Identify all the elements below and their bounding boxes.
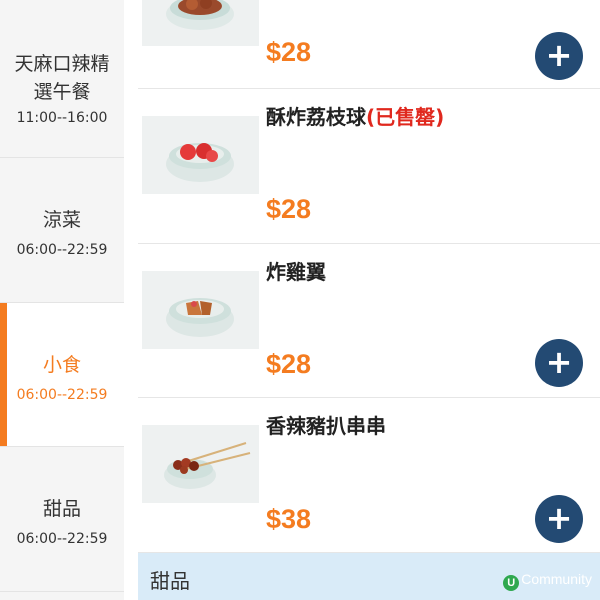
- category-name: 天麻口辣精選午餐: [14, 53, 110, 103]
- item-price: $38: [266, 504, 312, 534]
- category-sidebar: 天麻口辣精選午餐 11:00--16:00 涼菜 06:00--22:59 小食…: [0, 0, 124, 600]
- dish-photo: [142, 116, 259, 194]
- item-name: 炸雞翼: [266, 260, 326, 284]
- category-name: 甜品: [42, 498, 81, 520]
- category-time: 11:00--16:00: [16, 110, 108, 126]
- plus-icon: +: [545, 343, 573, 381]
- item-name: 香辣豬扒串串: [266, 414, 386, 438]
- menu-item[interactable]: 酥炸荔枝球(已售罄) $28: [138, 89, 600, 244]
- community-watermark: U Community: [503, 571, 592, 591]
- menu-list: $28 + 酥炸荔枝球(已售罄) $28 炸雞翼 $28 + 香辣豬扒串串 $3…: [138, 0, 600, 600]
- menu-item[interactable]: 炸雞翼 $28 +: [138, 244, 600, 398]
- item-price: $28: [266, 194, 312, 224]
- watermark-text: Community: [521, 571, 592, 587]
- dish-photo: [142, 425, 259, 503]
- category-name: 小食: [42, 354, 81, 376]
- sold-out-label: (已售罄): [366, 105, 445, 129]
- menu-item[interactable]: $28 +: [138, 0, 600, 89]
- category-lunch-set[interactable]: 天麻口辣精選午餐 11:00--16:00: [0, 0, 124, 158]
- add-to-cart-button[interactable]: +: [535, 495, 583, 543]
- section-title: 甜品: [150, 569, 190, 593]
- category-name: 涼菜: [42, 209, 81, 231]
- add-to-cart-button[interactable]: +: [535, 32, 583, 80]
- menu-item[interactable]: 香辣豬扒串串 $38 +: [138, 398, 600, 553]
- community-logo-icon: U: [503, 575, 520, 591]
- category-snacks[interactable]: 小食 06:00--22:59: [0, 303, 124, 447]
- category-cold-dishes[interactable]: 涼菜 06:00--22:59: [0, 158, 124, 303]
- item-name: 酥炸荔枝球(已售罄): [266, 101, 444, 130]
- category-time: 06:00--22:59: [16, 242, 108, 258]
- category-desserts[interactable]: 甜品 06:00--22:59: [0, 447, 124, 592]
- dish-photo: [142, 271, 259, 349]
- plus-icon: +: [545, 499, 573, 537]
- section-header-desserts: 甜品 U Community: [138, 553, 600, 600]
- item-price: $28: [266, 37, 312, 67]
- add-to-cart-button[interactable]: +: [535, 339, 583, 387]
- category-time: 06:00--22:59: [16, 531, 108, 547]
- category-time: 06:00--22:59: [16, 387, 108, 403]
- plus-icon: +: [545, 36, 573, 74]
- item-price: $28: [266, 349, 312, 379]
- dish-photo: [142, 0, 259, 46]
- item-name-text: 酥炸荔枝球: [266, 105, 366, 129]
